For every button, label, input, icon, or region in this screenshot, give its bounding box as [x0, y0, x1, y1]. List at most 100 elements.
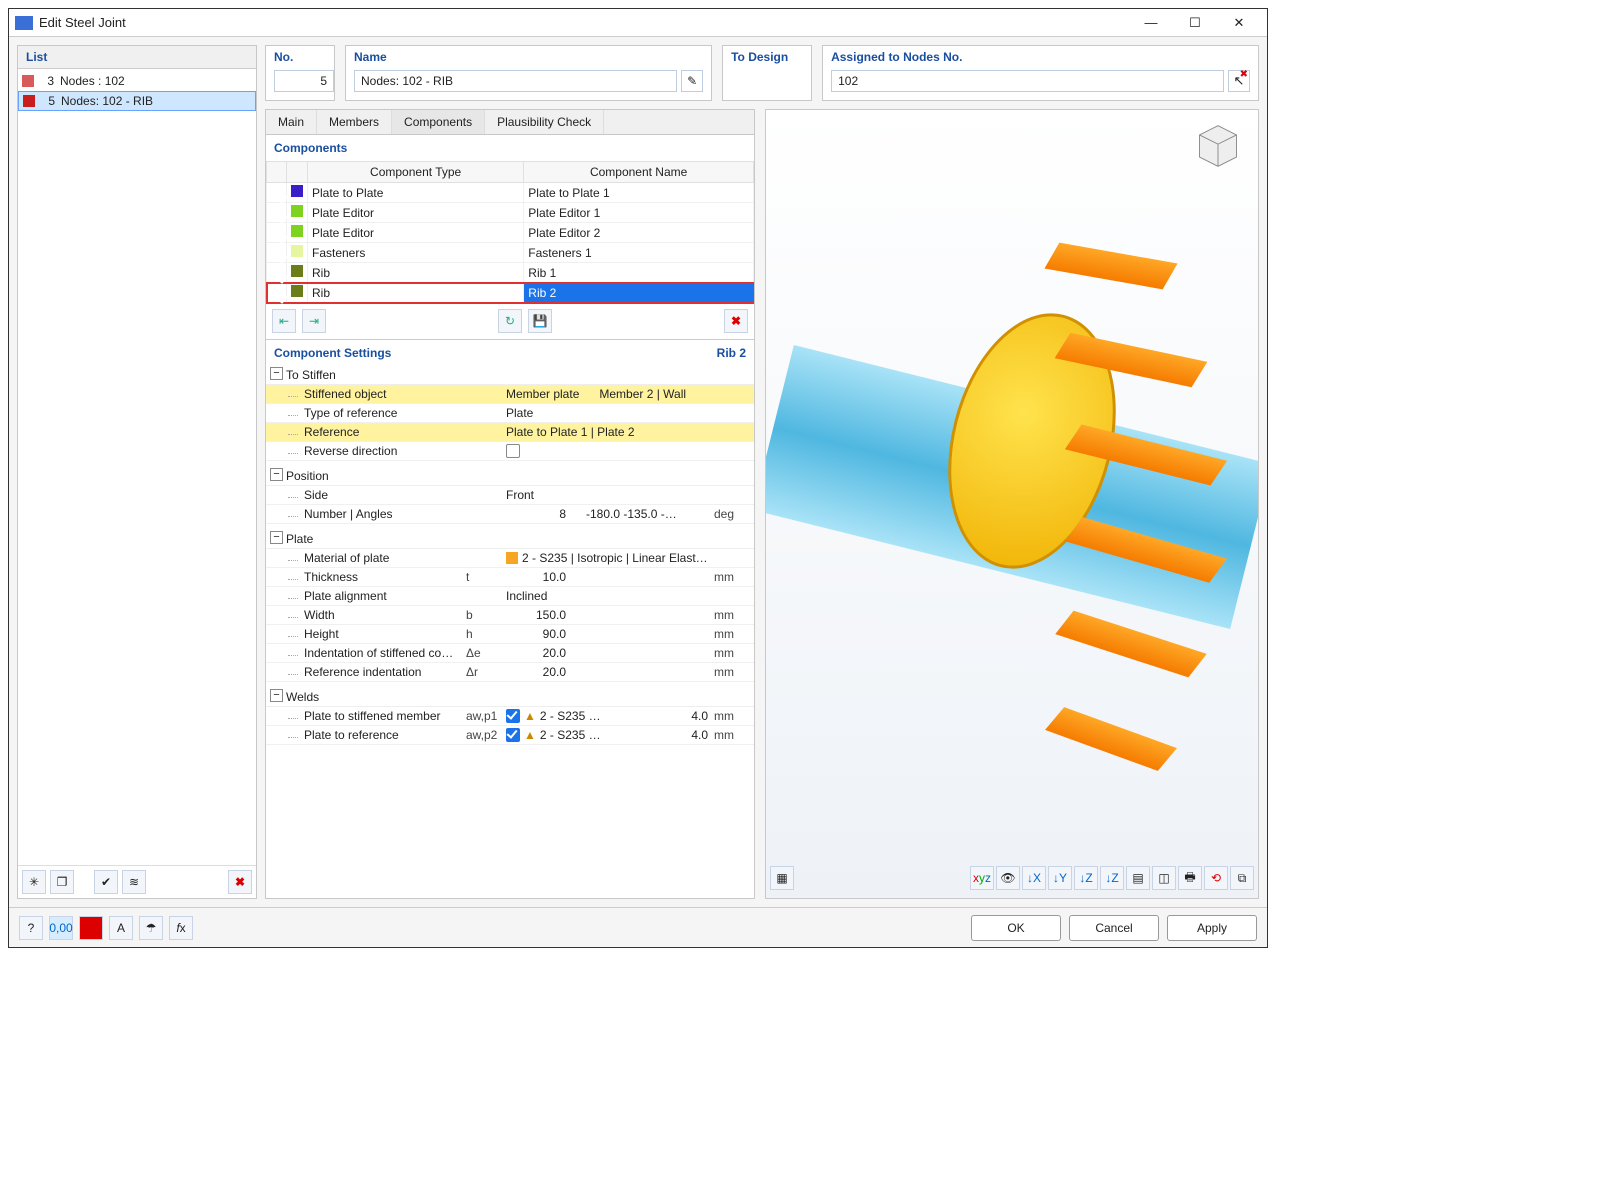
- delete-icon[interactable]: ✖: [228, 870, 252, 894]
- refresh-icon[interactable]: ↻: [498, 309, 522, 333]
- prop-row[interactable]: Plate alignment Inclined: [266, 587, 754, 606]
- prop-row[interactable]: Reference Plate to Plate 1 | Plate 2: [266, 423, 754, 442]
- prop-row[interactable]: Number | Angles 8-180.0 -135.0 -… deg: [266, 505, 754, 524]
- prop-row[interactable]: Plate to reference aw,p2 ▲ 2 - S235 … 4.…: [266, 726, 754, 745]
- no-cell: No. 5: [265, 45, 335, 101]
- component-row[interactable]: Rib Rib 1: [267, 263, 754, 283]
- weld-icon: ▲: [524, 728, 536, 742]
- settings-current: Rib 2: [717, 346, 746, 360]
- clear-icon[interactable]: ⟲: [1204, 866, 1228, 890]
- rib: [1055, 611, 1206, 678]
- prop-row[interactable]: Indentation of stiffened co… Δe 20.0 mm: [266, 644, 754, 663]
- print-icon[interactable]: 🖶: [1178, 866, 1202, 890]
- component-row[interactable]: Fasteners Fasteners 1: [267, 243, 754, 263]
- umbrella-icon[interactable]: ☂: [139, 916, 163, 940]
- no-input[interactable]: 5: [274, 70, 334, 92]
- prop-row[interactable]: Material of plate 2 - S235 | Isotropic |…: [266, 549, 754, 568]
- component-row[interactable]: Plate Editor Plate Editor 1: [267, 203, 754, 223]
- color-swatch: [291, 205, 303, 217]
- assigned-cell: Assigned to Nodes No. 102 ✖ ↖: [822, 45, 1259, 101]
- prop-row[interactable]: Width b 150.0 mm: [266, 606, 754, 625]
- save-library-icon[interactable]: 💾: [528, 309, 552, 333]
- rename-icon[interactable]: ✎: [681, 70, 703, 92]
- prop-row[interactable]: Stiffened object Member plateMember 2 | …: [266, 385, 754, 404]
- filter-icon[interactable]: ≋: [122, 870, 146, 894]
- prop-row[interactable]: Thickness t 10.0 mm: [266, 568, 754, 587]
- tab-main[interactable]: Main: [266, 110, 317, 134]
- group-plate[interactable]: Plate: [266, 530, 754, 549]
- color-icon[interactable]: [79, 916, 103, 940]
- todesign-cell: To Design: [722, 45, 812, 101]
- text-icon[interactable]: A: [109, 916, 133, 940]
- display-mode-icon[interactable]: ▤: [1126, 866, 1150, 890]
- delete-component-icon[interactable]: ✖: [724, 309, 748, 333]
- help-icon[interactable]: ?: [19, 916, 43, 940]
- fx-icon[interactable]: fx: [169, 916, 193, 940]
- app-icon: [15, 16, 33, 30]
- pick-node-icon[interactable]: ✖ ↖: [1228, 70, 1250, 92]
- apply-button[interactable]: Apply: [1167, 915, 1257, 941]
- tab-members[interactable]: Members: [317, 110, 392, 134]
- axes-icon[interactable]: xyz: [970, 866, 994, 890]
- popout-icon[interactable]: ⧉: [1230, 866, 1254, 890]
- color-swatch: [291, 245, 303, 257]
- name-cell: Name Nodes: 102 - RIB ✎: [345, 45, 712, 101]
- prop-row[interactable]: Reverse direction: [266, 442, 754, 461]
- cancel-button[interactable]: Cancel: [1069, 915, 1159, 941]
- color-swatch: [291, 285, 303, 297]
- material-swatch: [506, 552, 518, 564]
- copy-icon[interactable]: ❐: [50, 870, 74, 894]
- window-title: Edit Steel Joint: [39, 15, 1129, 30]
- tab-components[interactable]: Components: [392, 110, 485, 134]
- list-item[interactable]: 3 Nodes : 102: [18, 71, 256, 91]
- move-left-icon[interactable]: ⇤: [272, 309, 296, 333]
- group-position[interactable]: Position: [266, 467, 754, 486]
- window: Edit Steel Joint — ☐ ✕ List 3 Nodes : 10…: [8, 8, 1268, 948]
- new-icon[interactable]: ✳: [22, 870, 46, 894]
- assigned-input[interactable]: 102: [831, 70, 1224, 92]
- projection-icon[interactable]: ◫: [1152, 866, 1176, 890]
- group-welds[interactable]: Welds: [266, 688, 754, 707]
- tab-plausibility-check[interactable]: Plausibility Check: [485, 110, 604, 134]
- prop-row[interactable]: Type of reference Plate: [266, 404, 754, 423]
- component-row[interactable]: Rib Rib 2: [267, 283, 754, 303]
- checkbox[interactable]: [506, 444, 520, 458]
- footer: ? 0,00 A ☂ fx OK Cancel Apply: [9, 907, 1267, 947]
- view-y-icon[interactable]: ↓Y: [1048, 866, 1072, 890]
- list-tree[interactable]: 3 Nodes : 102 5 Nodes: 102 - RIB: [18, 69, 256, 865]
- 3d-view[interactable]: ▦ xyz 👁 ↓X ↓Y ↓Z ↓Z ▤ ◫ 🖶 ⟲: [765, 109, 1259, 899]
- navcube-icon[interactable]: [1190, 122, 1246, 170]
- prop-row[interactable]: Plate to stiffened member aw,p1 ▲ 2 - S2…: [266, 707, 754, 726]
- view-z-icon[interactable]: ↓Z: [1074, 866, 1098, 890]
- name-input[interactable]: Nodes: 102 - RIB: [354, 70, 677, 92]
- color-swatch: [291, 265, 303, 277]
- prop-row[interactable]: Side Front: [266, 486, 754, 505]
- weld-checkbox[interactable]: [506, 728, 520, 742]
- left-header: List: [18, 46, 256, 69]
- titlebar: Edit Steel Joint — ☐ ✕: [9, 9, 1267, 37]
- rib: [1045, 707, 1177, 771]
- prop-row[interactable]: Height h 90.0 mm: [266, 625, 754, 644]
- view-iso-icon[interactable]: ↓Z: [1100, 866, 1124, 890]
- component-row[interactable]: Plate to Plate Plate to Plate 1: [267, 183, 754, 203]
- check-all-icon[interactable]: ✔: [94, 870, 118, 894]
- close-button[interactable]: ✕: [1217, 11, 1261, 35]
- view-showall-icon[interactable]: ▦: [770, 866, 794, 890]
- todesign-label: To Design: [731, 50, 803, 64]
- list-item[interactable]: 5 Nodes: 102 - RIB: [18, 91, 256, 111]
- group-to-stiffen[interactable]: To Stiffen: [266, 366, 754, 385]
- rib: [1045, 243, 1178, 290]
- component-row[interactable]: Plate Editor Plate Editor 2: [267, 223, 754, 243]
- minimize-button[interactable]: —: [1129, 11, 1173, 35]
- col-name: Component Name: [524, 162, 754, 183]
- assigned-label: Assigned to Nodes No.: [831, 50, 1250, 64]
- weld-checkbox[interactable]: [506, 709, 520, 723]
- tabs: MainMembersComponentsPlausibility Check: [265, 109, 755, 134]
- ok-button[interactable]: OK: [971, 915, 1061, 941]
- move-right-icon[interactable]: ⇥: [302, 309, 326, 333]
- maximize-button[interactable]: ☐: [1173, 11, 1217, 35]
- view-eye-icon[interactable]: 👁: [996, 866, 1020, 890]
- view-x-icon[interactable]: ↓X: [1022, 866, 1046, 890]
- units-icon[interactable]: 0,00: [49, 916, 73, 940]
- prop-row[interactable]: Reference indentation Δr 20.0 mm: [266, 663, 754, 682]
